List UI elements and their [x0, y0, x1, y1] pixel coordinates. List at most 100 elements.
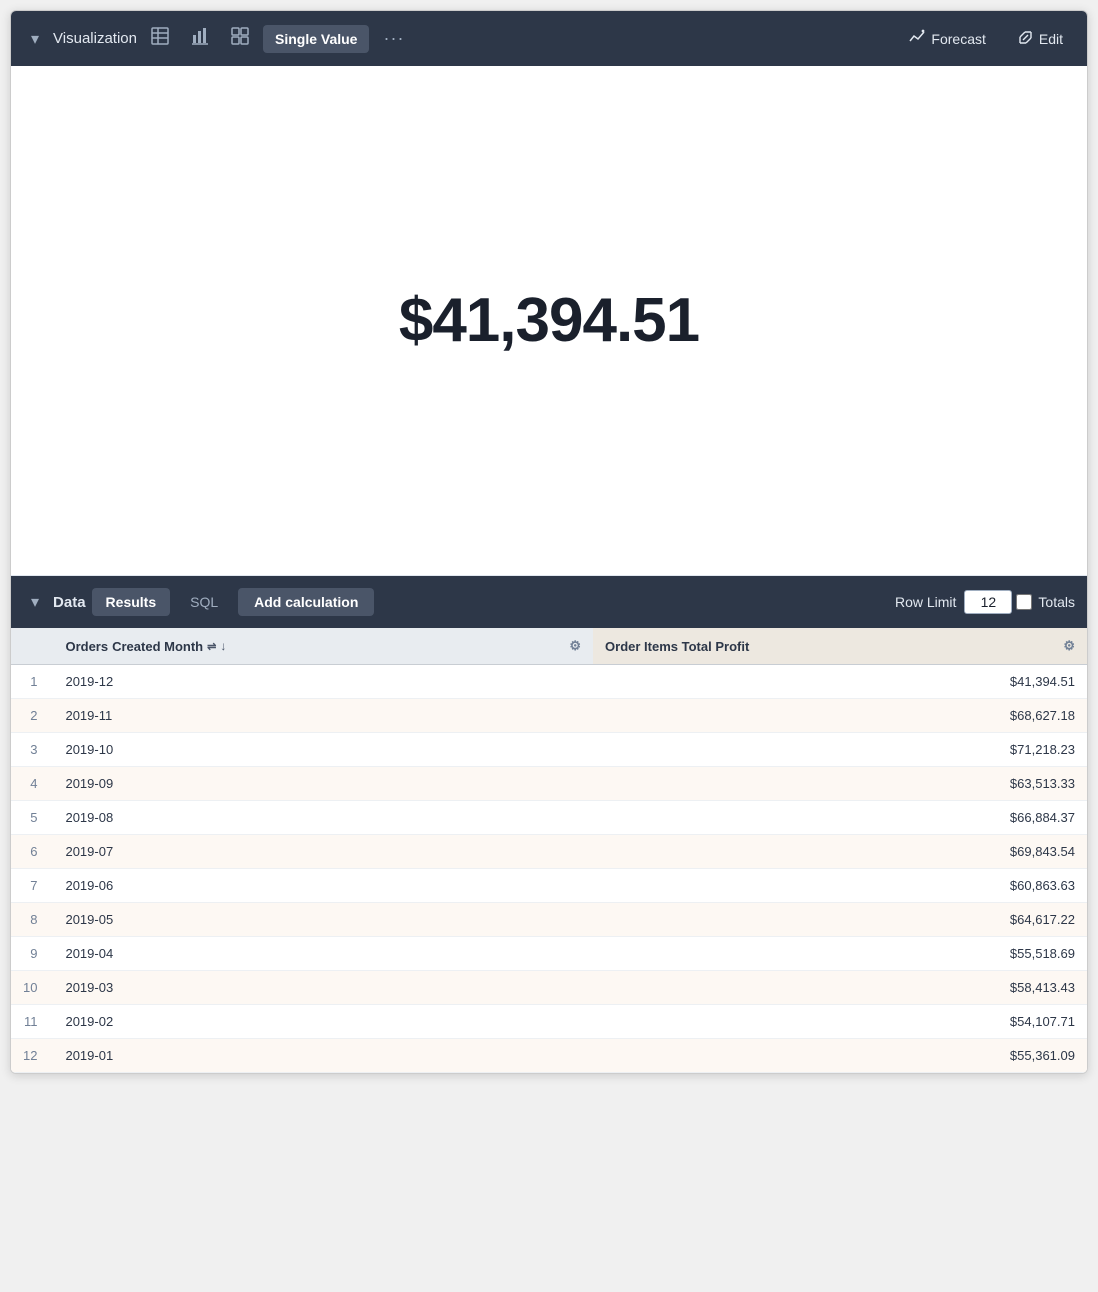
date-cell: 2019-09: [53, 767, 593, 801]
edit-button[interactable]: Edit: [1006, 24, 1075, 54]
totals-section: Totals: [1016, 594, 1075, 610]
totals-checkbox[interactable]: [1016, 594, 1032, 610]
toolbar-left: ▾ Visualization: [23, 21, 893, 56]
table-row: 62019-07$69,843.54: [11, 835, 1087, 869]
date-cell: 2019-06: [53, 869, 593, 903]
table-row: 72019-06$60,863.63: [11, 869, 1087, 903]
sql-tab[interactable]: SQL: [176, 588, 232, 616]
row-number-cell: 5: [11, 801, 53, 835]
visualization-area: $41,394.51: [11, 66, 1087, 576]
month-col-gear-icon[interactable]: ⚙: [569, 638, 581, 654]
pivot-icon: [231, 27, 249, 50]
toolbar-right: Forecast Edit: [897, 23, 1075, 54]
profit-col-title: Order Items Total Profit: [605, 639, 749, 654]
table-icon: [151, 27, 169, 50]
date-cell: 2019-02: [53, 1005, 593, 1039]
row-number-cell: 10: [11, 971, 53, 1005]
table-row: 82019-05$64,617.22: [11, 903, 1087, 937]
date-cell: 2019-07: [53, 835, 593, 869]
row-number-cell: 9: [11, 937, 53, 971]
row-number-cell: 7: [11, 869, 53, 903]
month-col-prefix: Orders: [65, 639, 108, 654]
profit-cell: $55,518.69: [593, 937, 1087, 971]
date-cell: 2019-12: [53, 665, 593, 699]
bar-chart-icon: [191, 27, 209, 50]
row-number-cell: 8: [11, 903, 53, 937]
table-row: 102019-03$58,413.43: [11, 971, 1087, 1005]
profit-column-header: Order Items Total Profit ⚙: [593, 628, 1087, 665]
forecast-label: Forecast: [931, 31, 985, 47]
table-header-row: Orders Created Month ⇌ ↓ ⚙ Order Items T…: [11, 628, 1087, 665]
edit-label: Edit: [1039, 31, 1063, 47]
profit-cell: $71,218.23: [593, 733, 1087, 767]
data-toolbar-left: ▾ Data Results SQL Add calculation: [23, 586, 891, 618]
row-limit-section: Row Limit: [895, 590, 1012, 614]
forecast-icon: [909, 29, 925, 48]
row-num-header: [11, 628, 53, 665]
date-cell: 2019-11: [53, 699, 593, 733]
data-table: Orders Created Month ⇌ ↓ ⚙ Order Items T…: [11, 628, 1087, 1073]
profit-cell: $64,617.22: [593, 903, 1087, 937]
data-chevron-icon: ▾: [31, 592, 39, 612]
profit-cell: $69,843.54: [593, 835, 1087, 869]
profit-col-strong: Total Profit: [682, 639, 750, 654]
sort-desc-icon: ↓: [220, 639, 226, 653]
profit-cell: $68,627.18: [593, 699, 1087, 733]
date-cell: 2019-05: [53, 903, 593, 937]
row-limit-label: Row Limit: [895, 594, 956, 610]
row-number-cell: 12: [11, 1039, 53, 1073]
bar-chart-button[interactable]: [183, 21, 217, 56]
more-options-button[interactable]: ···: [375, 22, 412, 55]
date-cell: 2019-03: [53, 971, 593, 1005]
table-view-button[interactable]: [143, 21, 177, 56]
table-row: 92019-04$55,518.69: [11, 937, 1087, 971]
date-cell: 2019-01: [53, 1039, 593, 1073]
add-calculation-button[interactable]: Add calculation: [238, 588, 374, 616]
top-toolbar: ▾ Visualization: [11, 11, 1087, 66]
table-body: 12019-12$41,394.5122019-11$68,627.183201…: [11, 665, 1087, 1073]
data-chevron[interactable]: ▾: [23, 586, 47, 618]
row-number-cell: 1: [11, 665, 53, 699]
month-col-strong: Created Month: [112, 639, 203, 654]
date-cell: 2019-04: [53, 937, 593, 971]
data-label: Data: [53, 594, 86, 611]
table-row: 52019-08$66,884.37: [11, 801, 1087, 835]
totals-label: Totals: [1038, 594, 1075, 610]
row-number-cell: 2: [11, 699, 53, 733]
results-tab[interactable]: Results: [92, 588, 171, 616]
month-column-header: Orders Created Month ⇌ ↓ ⚙: [53, 628, 593, 665]
pivot-button[interactable]: [223, 21, 257, 56]
profit-cell: $41,394.51: [593, 665, 1087, 699]
table-container: Orders Created Month ⇌ ↓ ⚙ Order Items T…: [11, 628, 1087, 1073]
table-row: 42019-09$63,513.33: [11, 767, 1087, 801]
edit-icon: [1018, 30, 1033, 48]
profit-cell: $55,361.09: [593, 1039, 1087, 1073]
visualization-label: Visualization: [53, 30, 137, 47]
table-row: 12019-12$41,394.51: [11, 665, 1087, 699]
filter-sort-icon: ⇌: [207, 640, 216, 653]
row-number-cell: 4: [11, 767, 53, 801]
profit-cell: $63,513.33: [593, 767, 1087, 801]
table-row: 22019-11$68,627.18: [11, 699, 1087, 733]
table-row: 112019-02$54,107.71: [11, 1005, 1087, 1039]
single-value-tab[interactable]: Single Value: [263, 25, 369, 53]
app-container: ▾ Visualization: [10, 10, 1088, 1074]
profit-cell: $58,413.43: [593, 971, 1087, 1005]
date-cell: 2019-10: [53, 733, 593, 767]
profit-cell: $66,884.37: [593, 801, 1087, 835]
single-value-display: $41,394.51: [399, 285, 699, 356]
date-cell: 2019-08: [53, 801, 593, 835]
data-toolbar: ▾ Data Results SQL Add calculation Row L…: [11, 576, 1087, 628]
profit-cell: $54,107.71: [593, 1005, 1087, 1039]
row-number-cell: 3: [11, 733, 53, 767]
table-row: 32019-10$71,218.23: [11, 733, 1087, 767]
row-number-cell: 11: [11, 1005, 53, 1039]
row-number-cell: 6: [11, 835, 53, 869]
table-row: 122019-01$55,361.09: [11, 1039, 1087, 1073]
profit-col-gear-icon[interactable]: ⚙: [1063, 638, 1075, 654]
row-limit-input[interactable]: [964, 590, 1012, 614]
forecast-button[interactable]: Forecast: [897, 23, 997, 54]
visualization-chevron[interactable]: ▾: [23, 23, 47, 55]
profit-cell: $60,863.63: [593, 869, 1087, 903]
chevron-down-icon: ▾: [31, 29, 39, 49]
